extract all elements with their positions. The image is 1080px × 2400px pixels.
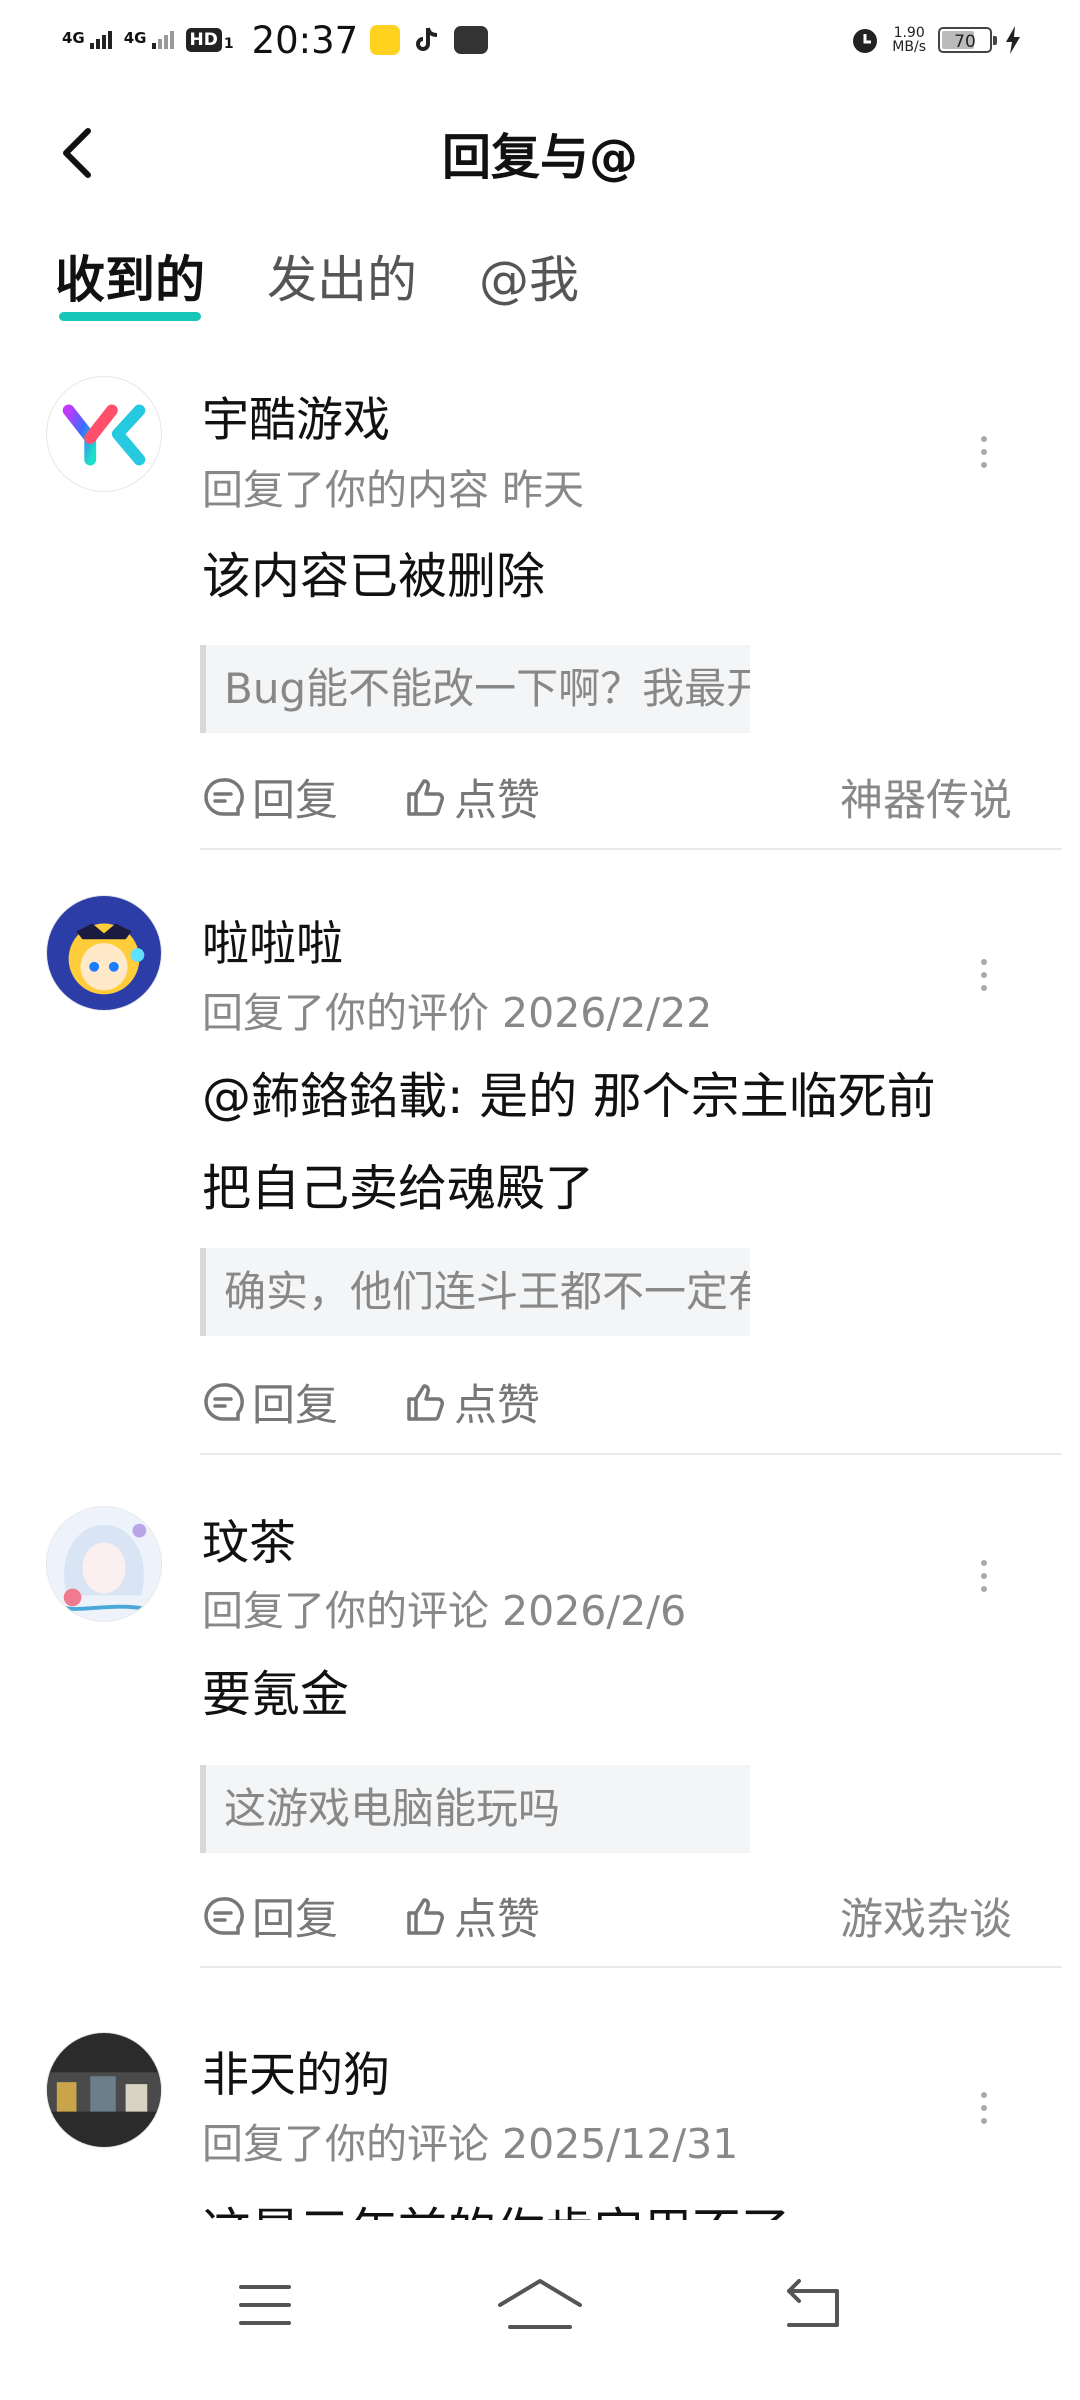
reply-button[interactable]: 回复 <box>202 1371 338 1433</box>
thumbs-up-icon <box>407 779 444 816</box>
status-left: 4G 4G HD 1 20:37 <box>62 18 489 62</box>
list-item[interactable]: 啦啦啦 回复了你的评价 2026/2/22 @鈽鉻銘載: 是的 那个宗主临死前 … <box>0 895 1080 1505</box>
photo-avatar-icon <box>47 2033 161 2147</box>
like-button[interactable]: 点赞 <box>404 766 540 828</box>
more-icon[interactable] <box>964 424 1004 480</box>
tab-sent[interactable]: 发出的 <box>267 245 417 317</box>
alarm-icon <box>850 25 880 55</box>
quoted-comment[interactable]: 确实，他们连斗王都不一定有，斗… <box>200 1248 750 1336</box>
reply-content[interactable]: 这是三年前的你肯定用不了 <box>202 2195 1022 2220</box>
back-nav-button[interactable] <box>775 2265 855 2345</box>
header: 回复与@ <box>0 100 1080 210</box>
action-row: 回复 点赞 游戏杂谈 <box>202 1885 1080 1945</box>
more-icon[interactable] <box>964 1548 1004 1604</box>
page-title: 回复与@ <box>441 129 638 186</box>
tiktok-icon <box>412 25 442 55</box>
divider <box>200 1453 1062 1455</box>
home-icon <box>498 2279 582 2329</box>
network-speed: 1.90 MB/s <box>892 26 926 54</box>
reply-button[interactable]: 回复 <box>202 1885 338 1947</box>
more-icon[interactable] <box>964 947 1004 1003</box>
tab-mentions[interactable]: @我 <box>479 245 579 317</box>
game-tag[interactable]: 神器传说 <box>840 766 1012 828</box>
action-row: 回复 点赞 <box>202 1371 1080 1431</box>
vivo-icon <box>454 26 489 54</box>
reply-meta: 回复了你的评论 2026/2/6 <box>202 1587 687 1635</box>
like-label: 点赞 <box>454 1381 540 1431</box>
network-type-2: 4G <box>123 29 147 47</box>
speed-unit: MB/s <box>892 39 926 55</box>
user-name[interactable]: 啦啦啦 <box>202 905 343 974</box>
comment-icon <box>204 1383 244 1421</box>
list-item[interactable]: 玟茶 回复了你的评论 2026/2/6 要氪金 这游戏电脑能玩吗 回复 点赞 游… <box>0 1500 1080 1980</box>
reply-content-line: @鈽鉻銘載: 是的 那个宗主临死前 <box>202 1068 936 1125</box>
action-row: 回复 点赞 神器传说 <box>202 766 1080 826</box>
reply-content[interactable]: 该内容已被删除 <box>202 540 1022 613</box>
user-name[interactable]: 非天的狗 <box>202 2036 390 2105</box>
thumbs-up-icon <box>407 1898 444 1935</box>
user-name[interactable]: 玟茶 <box>202 1504 296 1573</box>
reply-meta: 回复了你的内容 昨天 <box>202 466 585 514</box>
comment-icon <box>204 1897 244 1935</box>
signal-bars-icon <box>151 31 174 49</box>
like-label: 点赞 <box>454 776 540 826</box>
tab-bar: 收到的 发出的 @我 <box>55 245 641 325</box>
user-name[interactable]: 宇酷游戏 <box>202 381 390 450</box>
cartoon-avatar-icon <box>47 896 161 1010</box>
reply-meta: 回复了你的评论 2025/12/31 <box>202 2120 739 2168</box>
list-item[interactable]: 非天的狗 回复了你的评论 2025/12/31 这是三年前的你肯定用不了 <box>0 2032 1080 2220</box>
reply-label: 回复 <box>252 1895 338 1945</box>
battery-icon: 70 <box>938 27 997 53</box>
menu-button[interactable] <box>225 2265 305 2345</box>
list-item[interactable]: 宇酷游戏 回复了你的内容 昨天 该内容已被删除 Bug能不能改一下啊？我最开始玩… <box>0 370 1080 850</box>
comment-icon <box>204 778 244 816</box>
tab-received[interactable]: 收到的 <box>55 245 205 321</box>
avatar[interactable] <box>46 376 162 492</box>
system-nav-bar <box>0 2220 1080 2400</box>
avatar[interactable] <box>46 1506 162 1622</box>
reply-content-line: 把自己卖给魂殿了 <box>202 1160 595 1217</box>
anime-avatar-icon <box>47 1507 161 1621</box>
charging-icon <box>1004 25 1022 55</box>
reply-meta: 回复了你的评价 2026/2/22 <box>202 989 713 1037</box>
reply-label: 回复 <box>252 776 338 826</box>
thumbs-up-icon <box>407 1384 444 1421</box>
signal-1: 4G <box>62 31 112 49</box>
divider <box>200 1966 1062 1968</box>
like-button[interactable]: 点赞 <box>404 1371 540 1433</box>
divider <box>200 848 1062 850</box>
signal-bars-icon <box>89 31 112 49</box>
battery-text: 70 <box>954 32 976 52</box>
network-type-1: 4G <box>62 29 85 47</box>
app-notification-icon <box>370 25 401 55</box>
reply-button[interactable]: 回复 <box>202 766 338 828</box>
avatar[interactable] <box>46 895 162 1011</box>
hd-sub: 1 <box>223 36 234 52</box>
status-right: 1.90 MB/s 70 <box>850 18 1022 62</box>
quoted-comment[interactable]: 这游戏电脑能玩吗 <box>200 1765 750 1853</box>
reply-content[interactable]: 要氪金 <box>202 1658 1022 1731</box>
hd-badge: HD <box>185 28 222 52</box>
quoted-comment[interactable]: Bug能不能改一下啊？我最开始玩… <box>200 645 750 733</box>
menu-icon <box>239 2285 291 2325</box>
yuku-logo-icon <box>62 404 146 466</box>
back-icon <box>787 2279 839 2327</box>
avatar[interactable] <box>46 2032 162 2148</box>
speed-value: 1.90 <box>893 25 925 41</box>
home-button[interactable] <box>490 2265 590 2345</box>
signal-2: 4G <box>124 31 174 49</box>
reply-label: 回复 <box>252 1381 338 1431</box>
like-button[interactable]: 点赞 <box>404 1885 540 1947</box>
like-label: 点赞 <box>454 1895 540 1945</box>
game-tag[interactable]: 游戏杂谈 <box>840 1885 1012 1947</box>
clock: 20:37 <box>251 18 359 62</box>
reply-content[interactable]: @鈽鉻銘載: 是的 那个宗主临死前 把自己卖给魂殿了 <box>202 1060 1022 1225</box>
status-bar: 4G 4G HD 1 20:37 1.90 MB/s 70 <box>0 0 1080 80</box>
more-icon[interactable] <box>964 2080 1004 2136</box>
